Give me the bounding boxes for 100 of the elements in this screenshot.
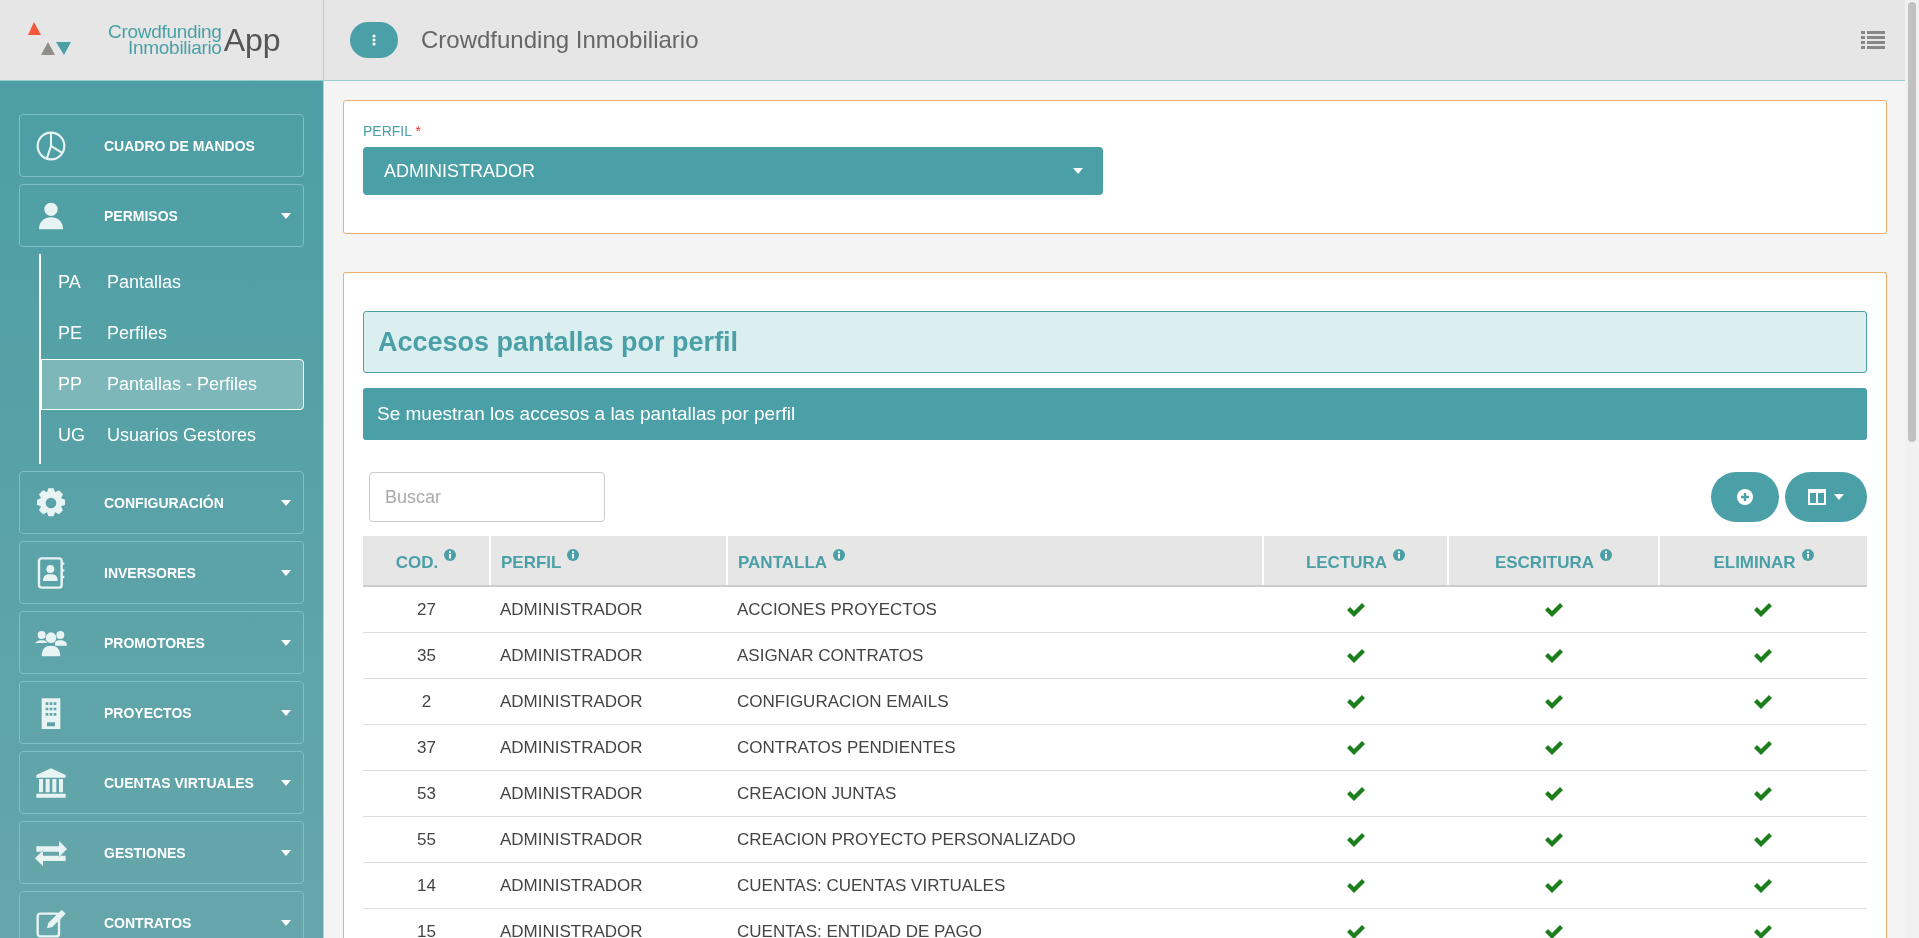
search-field[interactable]: Buscar — [369, 472, 605, 522]
checkmark-icon — [1543, 924, 1564, 938]
column-header[interactable]: COD. — [363, 536, 490, 586]
table-cell: CONFIGURACION EMAILS — [727, 678, 1263, 725]
column-header[interactable]: ELIMINAR — [1659, 536, 1867, 586]
table-cell: ASIGNAR CONTRATOS — [727, 632, 1263, 679]
sidebar-item[interactable]: GESTIONES — [19, 821, 304, 884]
sidebar-item[interactable]: CONFIGURACIÓN — [19, 471, 304, 534]
checkmark-icon — [1753, 832, 1773, 848]
checkmark-icon — [1543, 878, 1564, 894]
checkmark-icon — [1753, 878, 1773, 894]
kebab-icon — [372, 34, 376, 46]
submenu-label: Pantallas — [107, 272, 182, 293]
submenu-abbreviation: PE — [58, 323, 83, 344]
caret-icon — [281, 212, 291, 219]
table-cell: ADMINISTRADOR — [490, 908, 727, 938]
profile-select[interactable]: ADMINISTRADOR — [363, 147, 1103, 195]
info-icon — [833, 548, 846, 561]
table-cell: CUENTAS: ENTIDAD DE PAGO — [727, 908, 1263, 938]
table-cell: ADMINISTRADOR — [490, 586, 727, 633]
table-cell: ACCIONES PROYECTOS — [727, 586, 1263, 633]
info-icon — [1801, 548, 1814, 561]
caret-icon — [281, 569, 291, 576]
table-cell: CREACION PROYECTO PERSONALIZADO — [727, 816, 1263, 863]
menu-icon — [34, 486, 68, 519]
table-cell: ADMINISTRADOR — [490, 816, 727, 863]
page-title: Crowdfunding Inmobiliario — [421, 26, 700, 54]
checkmark-icon — [1543, 740, 1564, 756]
table-cell: 15 — [363, 908, 490, 938]
checkmark-icon — [1345, 832, 1366, 848]
submenu-label: Perfiles — [107, 323, 168, 344]
sidebar-item[interactable]: PROMOTORES — [19, 611, 304, 674]
add-icon — [1737, 489, 1753, 505]
submenu-item[interactable]: UG Usuarios Gestores — [41, 410, 304, 461]
checkmark-icon — [1753, 602, 1773, 618]
table-cell: 27 — [363, 586, 490, 633]
column-header[interactable]: PERFIL — [490, 536, 727, 586]
checkmark-icon — [1345, 602, 1366, 618]
table-cell: ADMINISTRADOR — [490, 770, 727, 817]
sidebar-item[interactable]: CUADRO DE MANDOS — [19, 114, 304, 177]
submenu-label: Usuarios Gestores — [107, 425, 257, 446]
sidebar-item[interactable]: CONTRATOS — [19, 891, 304, 938]
checkmark-icon — [1345, 694, 1366, 710]
table-cell: 14 — [363, 862, 490, 909]
table-cell: ADMINISTRADOR — [490, 632, 727, 679]
checkmark-icon — [1543, 602, 1564, 618]
submenu-item[interactable]: PP Pantallas - Perfiles — [41, 359, 304, 410]
logo-icon — [28, 22, 72, 58]
checkmark-icon — [1345, 740, 1366, 756]
checkmark-icon — [1753, 694, 1773, 710]
column-header[interactable]: PANTALLA — [727, 536, 1263, 586]
checkmark-icon — [1543, 648, 1564, 664]
table-cell: ADMINISTRADOR — [490, 724, 727, 771]
info-icon — [1393, 548, 1406, 561]
checkmark-icon — [1753, 740, 1773, 756]
sidebar-item[interactable]: PERMISOS — [19, 184, 304, 247]
column-header[interactable]: ESCRITURA — [1448, 536, 1659, 586]
table-cell: 55 — [363, 816, 490, 863]
menu-icon — [34, 766, 68, 799]
caret-icon — [281, 779, 291, 786]
table-cell: CUENTAS: CUENTAS VIRTUALES — [727, 862, 1263, 909]
checkmark-icon — [1543, 786, 1564, 802]
checkmark-icon — [1345, 924, 1366, 938]
menu-button[interactable] — [350, 22, 398, 58]
submenu-abbreviation: PP — [58, 374, 83, 395]
table-cell: CREACION JUNTAS — [727, 770, 1263, 817]
menu-icon — [34, 129, 68, 162]
submenu-item[interactable]: PA Pantallas — [41, 257, 304, 308]
caret-icon — [281, 849, 291, 856]
table-cell: 2 — [363, 678, 490, 725]
checkmark-icon — [1345, 878, 1366, 894]
table-cell: ADMINISTRADOR — [490, 678, 727, 725]
caret-icon — [281, 709, 291, 716]
logo-text: Crowdfunding — [108, 24, 222, 40]
field-label: PERFIL * — [363, 123, 422, 139]
caret-icon — [1073, 168, 1083, 174]
caret-icon — [281, 919, 291, 926]
table-cell: 37 — [363, 724, 490, 771]
sidebar-item[interactable]: CUENTAS VIRTUALES — [19, 751, 304, 814]
submenu-item[interactable]: PE Perfiles — [41, 308, 304, 359]
caret-icon — [281, 499, 291, 506]
info-icon — [444, 548, 457, 561]
checkmark-icon — [1543, 832, 1564, 848]
list-icon[interactable] — [1861, 30, 1885, 50]
info-icon — [1600, 548, 1613, 561]
info-icon — [567, 548, 580, 561]
submenu-abbreviation: UG — [58, 425, 86, 446]
table-cell: CONTRATOS PENDIENTES — [727, 724, 1263, 771]
columns-button[interactable] — [1785, 472, 1867, 522]
caret-icon — [281, 639, 291, 646]
sidebar-item[interactable]: INVERSORES — [19, 541, 304, 604]
logo-suffix: App — [223, 24, 281, 56]
checkmark-icon — [1345, 786, 1366, 802]
column-header[interactable]: LECTURA — [1263, 536, 1448, 586]
info-banner: Se muestran los accesos a las pantallas por perfil — [363, 388, 1867, 440]
table-cell: 53 — [363, 770, 490, 817]
submenu-abbreviation: PA — [58, 272, 82, 293]
add-button[interactable] — [1711, 472, 1779, 522]
sidebar-item[interactable]: PROYECTOS — [19, 681, 304, 744]
checkmark-icon — [1753, 648, 1773, 664]
